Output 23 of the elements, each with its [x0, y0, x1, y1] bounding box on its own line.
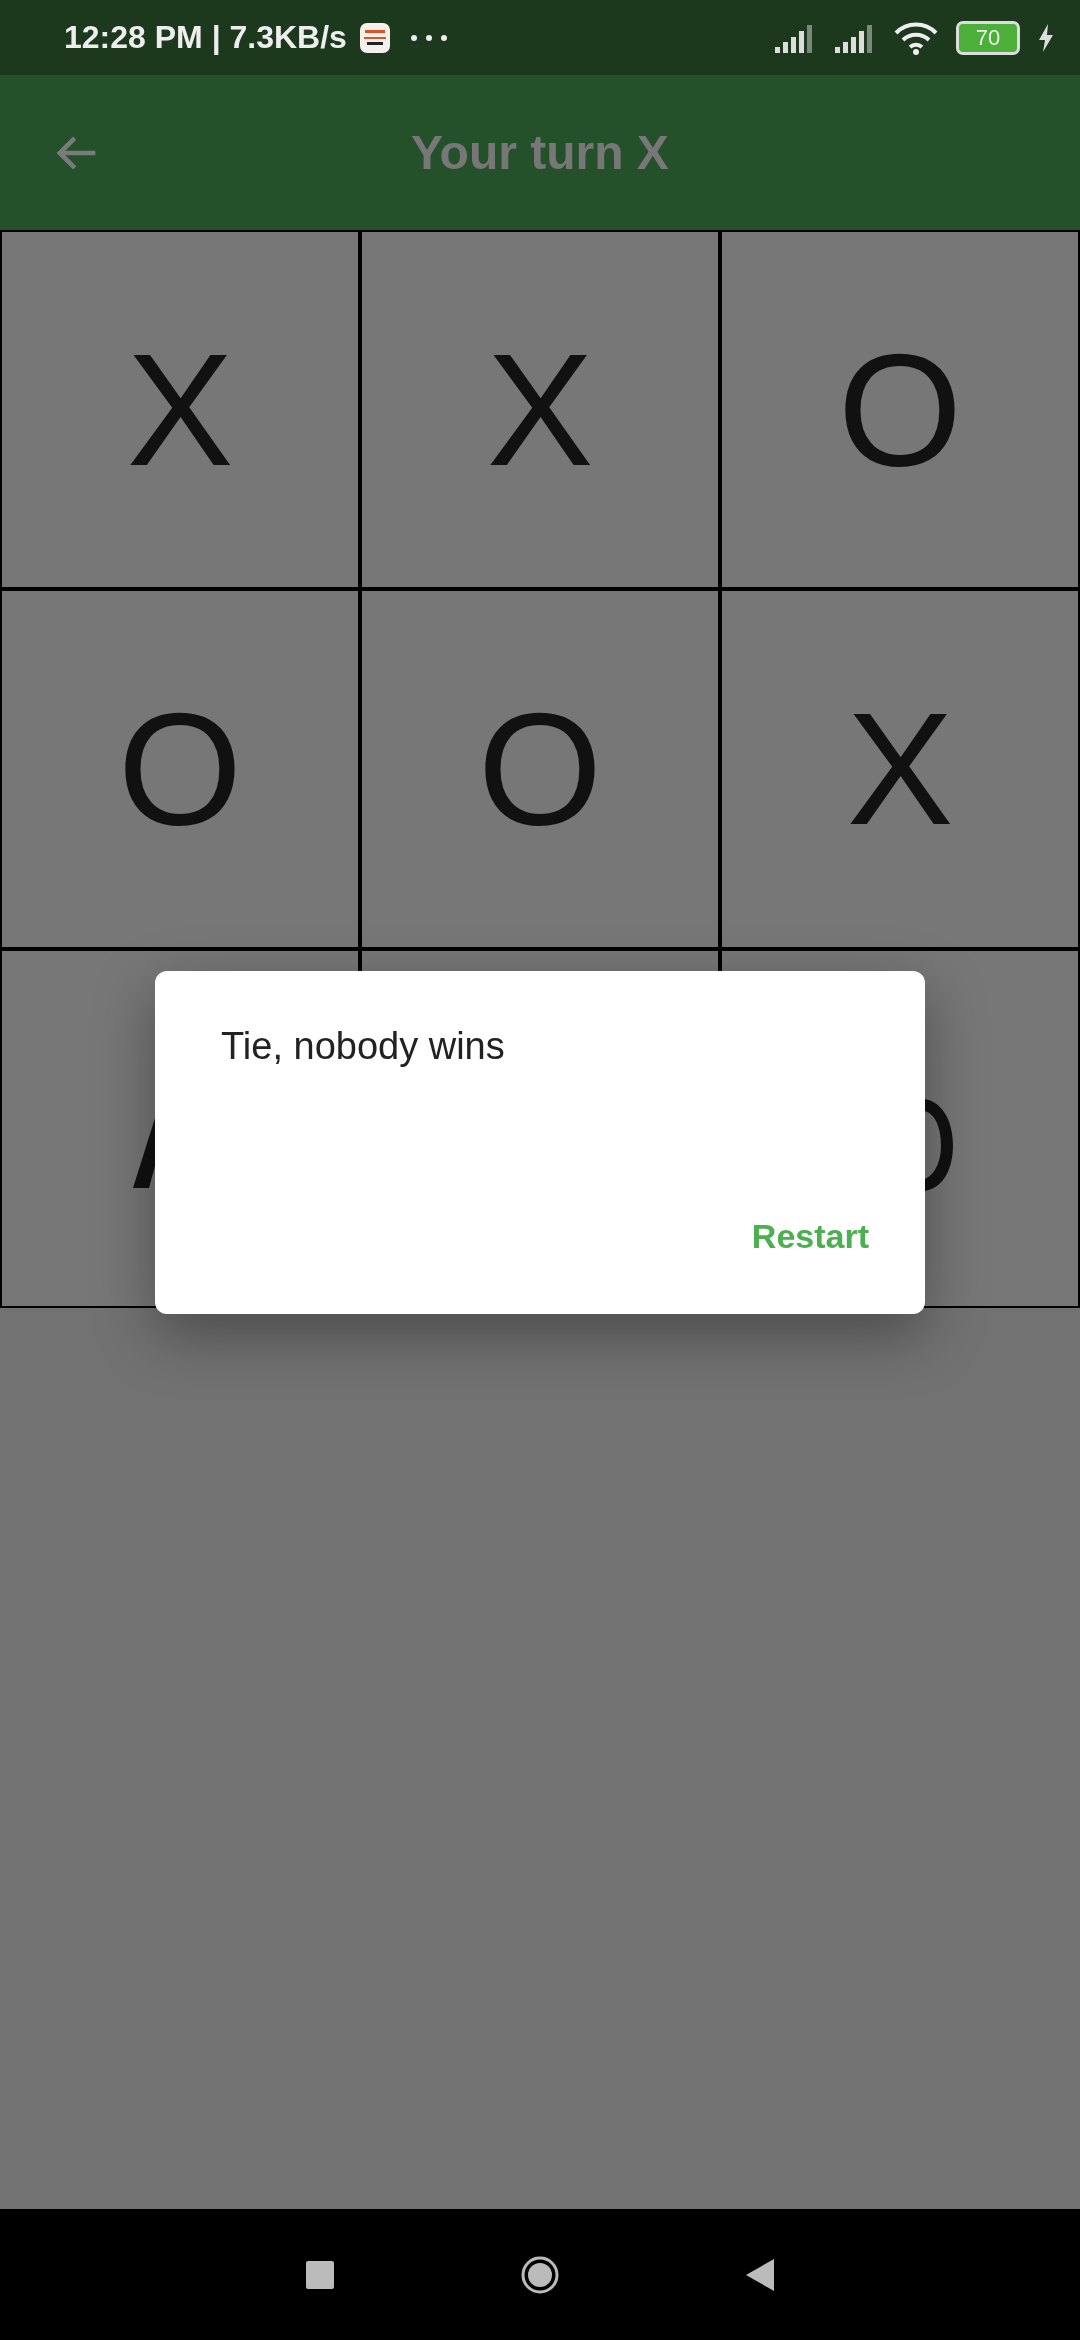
cell-mark: O	[117, 689, 243, 849]
board-cell[interactable]: X	[362, 232, 718, 588]
cell-mark: X	[126, 329, 234, 490]
cell-mark: X	[486, 329, 594, 490]
cell-mark: O	[477, 689, 603, 849]
signal-icon	[834, 22, 874, 53]
more-notifications-icon	[408, 32, 449, 43]
signal-icon	[774, 22, 814, 53]
cell-mark: X	[846, 689, 954, 849]
status-time: 12:28 PM | 7.3KB/s	[64, 19, 347, 56]
board-cell[interactable]: O	[362, 591, 718, 947]
wifi-icon	[894, 20, 938, 55]
battery-level: 70	[975, 24, 1001, 51]
app-notification-icon	[358, 21, 391, 54]
dialog-message: Tie, nobody wins	[221, 1025, 506, 1068]
cell-mark: O	[837, 329, 963, 490]
board-cell[interactable]: O	[722, 232, 1078, 588]
restart-button[interactable]: Restart	[747, 1211, 873, 1262]
board-cell[interactable]: O	[2, 591, 358, 947]
home-icon[interactable]	[520, 2254, 560, 2295]
board-cell[interactable]: X	[2, 232, 358, 588]
screen-title: Your turn X	[411, 125, 669, 180]
board-cell[interactable]: X	[722, 591, 1078, 947]
